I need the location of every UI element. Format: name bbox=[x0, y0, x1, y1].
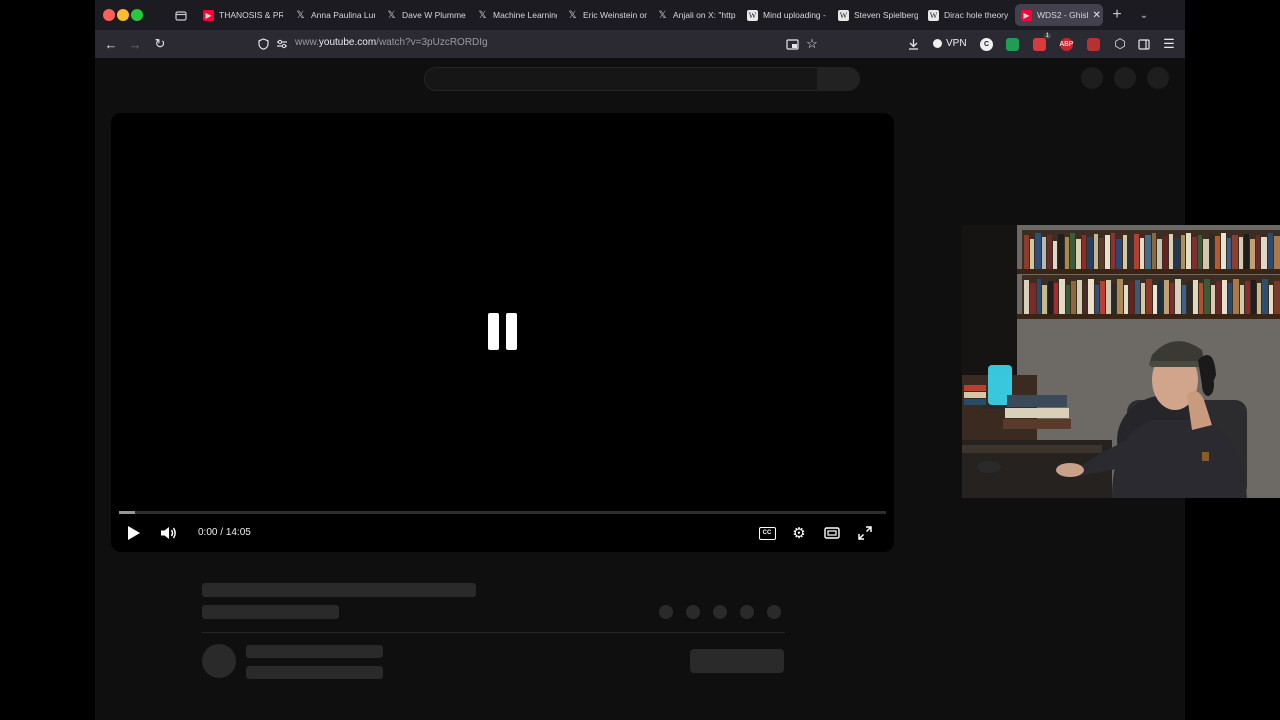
captions-label: CC bbox=[762, 530, 772, 536]
back-icon[interactable]: ← bbox=[103, 36, 119, 52]
time-separator: / bbox=[217, 527, 226, 538]
youtube-icon: ▶ bbox=[203, 9, 214, 21]
tab[interactable]: 𝕏 Eric Weinstein on bbox=[567, 4, 647, 26]
extension-c-icon[interactable]: C bbox=[980, 38, 993, 51]
menu-hamburger-icon[interactable]: ☰ bbox=[1161, 36, 1177, 52]
time-display: 0:00 / 14:05 bbox=[198, 527, 251, 538]
extension-abp-icon[interactable]: ABP bbox=[1060, 38, 1074, 51]
x-icon: 𝕏 bbox=[387, 9, 396, 21]
tab-active[interactable]: ▶ WDS2 - Ghisl ✕ bbox=[1015, 4, 1103, 26]
extension-red-icon[interactable] bbox=[1087, 38, 1100, 51]
action-dot-placeholder bbox=[767, 605, 781, 619]
new-tab-icon[interactable]: + bbox=[1109, 6, 1125, 23]
wikipedia-icon: W bbox=[838, 9, 849, 21]
action-dot-placeholder bbox=[659, 605, 673, 619]
volume-icon[interactable] bbox=[157, 523, 179, 543]
x-icon: 𝕏 bbox=[296, 9, 305, 21]
fullscreen-icon[interactable] bbox=[855, 523, 875, 543]
vpn-icon bbox=[933, 39, 942, 48]
notification-badge: 1 bbox=[1043, 33, 1051, 39]
url-domain: youtube.com bbox=[318, 37, 377, 48]
tab[interactable]: ▶ THANOSIS & PR bbox=[203, 4, 283, 26]
action-dot-placeholder bbox=[686, 605, 700, 619]
navigation-bar: ← → ↻ www.youtube.com/watch?v=3pUzcRORDI… bbox=[95, 30, 1185, 58]
tab-title: Eric Weinstein on bbox=[583, 10, 647, 20]
play-button[interactable] bbox=[123, 523, 143, 543]
tab[interactable]: 𝕏 Anjali on X: "http bbox=[657, 4, 737, 26]
tab[interactable]: 𝕏 Machine Learning bbox=[477, 4, 557, 26]
header-icon-placeholder bbox=[1147, 67, 1169, 89]
tab[interactable]: W Dirac hole theory bbox=[928, 4, 1008, 26]
minimize-window-button[interactable] bbox=[117, 9, 129, 21]
channel-name-placeholder bbox=[246, 645, 383, 658]
bookmark-star-icon[interactable]: ☆ bbox=[804, 36, 820, 52]
shield-icon[interactable] bbox=[255, 36, 271, 52]
webcam-scene-image bbox=[962, 225, 1280, 498]
captions-button[interactable]: CC bbox=[757, 524, 777, 542]
channel-subs-placeholder bbox=[246, 666, 383, 679]
download-icon[interactable] bbox=[905, 36, 921, 52]
url-path: /watch?v=3pUzcRORDIg bbox=[376, 37, 488, 48]
x-icon: 𝕏 bbox=[478, 9, 487, 21]
reload-icon[interactable]: ↻ bbox=[152, 36, 168, 52]
header-icon-placeholder bbox=[1081, 67, 1103, 89]
forward-icon[interactable]: → bbox=[127, 36, 143, 52]
x-icon: 𝕏 bbox=[568, 9, 577, 21]
webcam-overlay bbox=[962, 225, 1280, 498]
settings-gear-icon[interactable]: ⚙ bbox=[789, 523, 809, 543]
site-settings-icon[interactable] bbox=[274, 36, 290, 52]
subscribe-button-placeholder bbox=[690, 649, 784, 673]
tab[interactable]: W Mind uploading - bbox=[747, 4, 827, 26]
picture-in-picture-icon[interactable] bbox=[784, 36, 800, 52]
theater-mode-icon[interactable] bbox=[822, 524, 842, 542]
wikipedia-icon: W bbox=[747, 9, 758, 21]
url-prefix: www. bbox=[295, 37, 319, 48]
video-player[interactable]: 0:00 / 14:05 CC ⚙ bbox=[111, 113, 894, 552]
action-dot-placeholder bbox=[713, 605, 727, 619]
progress-bar[interactable] bbox=[119, 511, 886, 514]
tab-title: THANOSIS & PR bbox=[219, 10, 283, 20]
tab-title: Machine Learning bbox=[493, 10, 557, 20]
tab-title: Mind uploading - bbox=[763, 10, 826, 20]
tab[interactable]: W Steven Spielberg bbox=[838, 4, 918, 26]
tab-title: Dave W Plummer bbox=[402, 10, 466, 20]
zoom-window-button[interactable] bbox=[131, 9, 143, 21]
tab[interactable]: 𝕏 Dave W Plummer bbox=[386, 4, 466, 26]
tab-title: Anna Paulina Lun bbox=[311, 10, 375, 20]
action-dot-placeholder bbox=[740, 605, 754, 619]
duration: 14:05 bbox=[225, 527, 251, 538]
address-bar[interactable]: www.youtube.com/watch?v=3pUzcRORDIg bbox=[295, 37, 488, 48]
vpn-button[interactable]: VPN bbox=[933, 38, 967, 49]
video-subtitle-placeholder bbox=[202, 605, 339, 619]
extensions-puzzle-icon[interactable]: ⬡ bbox=[1112, 36, 1128, 52]
video-title-placeholder bbox=[202, 583, 476, 597]
extension-shield-icon[interactable]: 1 bbox=[1033, 33, 1051, 51]
captions-icon: CC bbox=[758, 526, 776, 540]
sidebar-toggle-icon[interactable] bbox=[1136, 36, 1152, 52]
tab-title: Dirac hole theory bbox=[944, 10, 1008, 20]
close-window-button[interactable] bbox=[103, 9, 115, 21]
tab-overview-icon[interactable] bbox=[173, 7, 189, 23]
progress-buffer bbox=[119, 511, 135, 514]
tab-title: WDS2 - Ghisl bbox=[1037, 10, 1089, 20]
search-box-placeholder[interactable] bbox=[424, 67, 818, 91]
x-icon: 𝕏 bbox=[658, 9, 667, 21]
tab-bar: ▶ THANOSIS & PR 𝕏 Anna Paulina Lun 𝕏 Dav… bbox=[95, 0, 1185, 30]
extension-green-icon[interactable] bbox=[1006, 38, 1019, 51]
header-icon-placeholder bbox=[1114, 67, 1136, 89]
tab-title: Anjali on X: "http bbox=[673, 10, 736, 20]
current-time: 0:00 bbox=[198, 527, 218, 538]
divider bbox=[202, 632, 785, 633]
pause-indicator-icon bbox=[488, 313, 518, 350]
search-button-placeholder[interactable] bbox=[817, 67, 860, 91]
chevron-down-icon[interactable]: ⌄ bbox=[1136, 7, 1152, 23]
close-tab-icon[interactable]: ✕ bbox=[1092, 10, 1100, 21]
youtube-icon: ▶ bbox=[1021, 9, 1032, 21]
tab-title: Steven Spielberg bbox=[854, 10, 918, 20]
tab[interactable]: 𝕏 Anna Paulina Lun bbox=[295, 4, 375, 26]
vpn-label: VPN bbox=[946, 38, 967, 49]
channel-avatar-placeholder bbox=[202, 644, 236, 678]
wikipedia-icon: W bbox=[928, 9, 939, 21]
